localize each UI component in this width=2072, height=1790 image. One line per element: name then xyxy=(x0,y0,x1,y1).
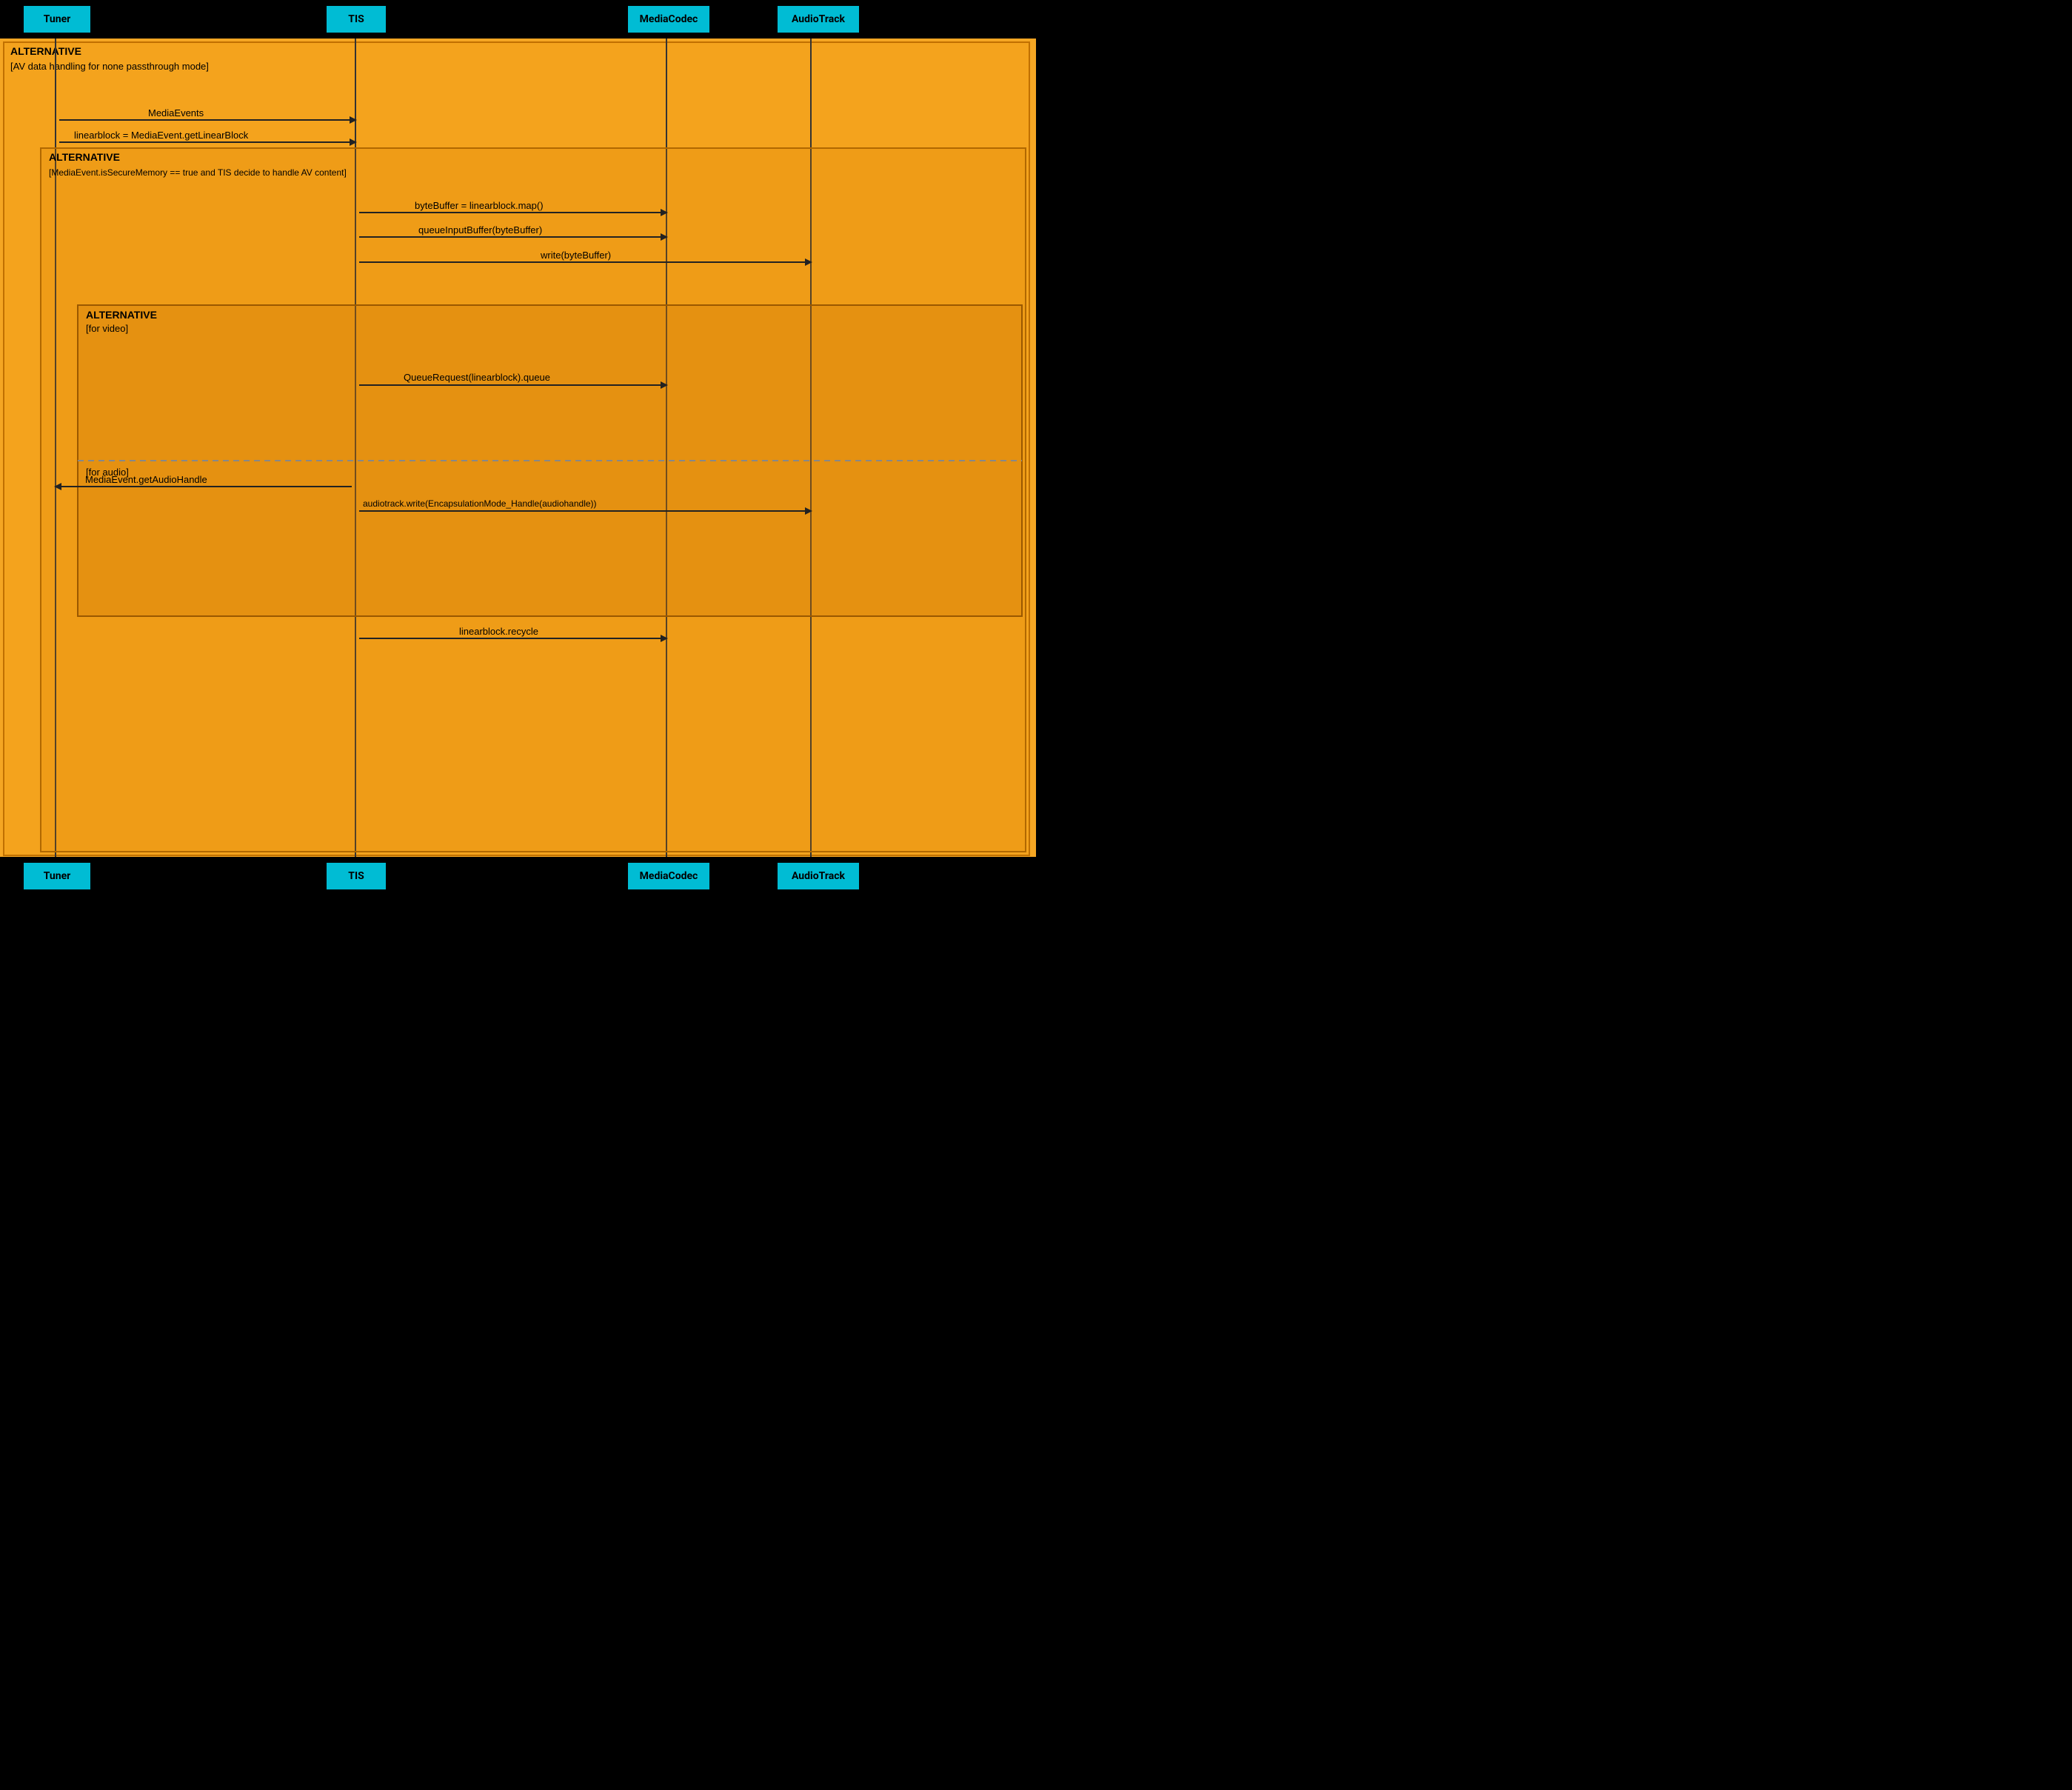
actor-mediacodec-footer: MediaCodec xyxy=(628,863,709,889)
actor-tis-header: TIS xyxy=(327,6,386,33)
actor-tuner-header: Tuner xyxy=(24,6,90,33)
actor-tuner-footer: Tuner xyxy=(24,863,90,889)
svg-text:[AV data handling for none pas: [AV data handling for none passthrough m… xyxy=(10,61,209,72)
svg-text:queueInputBuffer(byteBuffer): queueInputBuffer(byteBuffer) xyxy=(418,224,542,236)
svg-text:MediaEvent.getAudioHandle: MediaEvent.getAudioHandle xyxy=(85,474,207,485)
svg-text:audiotrack.write(Encapsulation: audiotrack.write(EncapsulationMode_Handl… xyxy=(363,498,597,509)
svg-text:QueueRequest(linearblock).queu: QueueRequest(linearblock).queue xyxy=(404,372,550,383)
sequence-diagram: ALTERNATIVE [AV data handling for none p… xyxy=(0,0,1036,895)
svg-text:MediaEvents: MediaEvents xyxy=(148,107,204,118)
actor-mediacodec-header: MediaCodec xyxy=(628,6,709,33)
footer-bar: Tuner TIS MediaCodec AudioTrack xyxy=(0,857,1036,895)
actor-tis-footer: TIS xyxy=(327,863,386,889)
svg-text:[MediaEvent.isSecureMemory ==: [MediaEvent.isSecureMemory == true and T… xyxy=(49,167,347,178)
svg-text:ALTERNATIVE: ALTERNATIVE xyxy=(10,45,81,57)
svg-text:write(byteBuffer): write(byteBuffer) xyxy=(540,250,611,261)
svg-text:[for video]: [for video] xyxy=(86,323,128,334)
actor-audiotrack-header: AudioTrack xyxy=(778,6,859,33)
diagram-svg: ALTERNATIVE [AV data handling for none p… xyxy=(0,39,1036,857)
svg-text:linearblock = MediaEvent.getLi: linearblock = MediaEvent.getLinearBlock xyxy=(74,130,249,141)
svg-text:linearblock.recycle: linearblock.recycle xyxy=(459,626,538,637)
actor-audiotrack-footer: AudioTrack xyxy=(778,863,859,889)
diagram-area: ALTERNATIVE [AV data handling for none p… xyxy=(0,39,1036,857)
svg-text:ALTERNATIVE: ALTERNATIVE xyxy=(49,151,120,163)
svg-text:byteBuffer = linearblock.map(): byteBuffer = linearblock.map() xyxy=(415,200,544,211)
header-bar: Tuner TIS MediaCodec AudioTrack xyxy=(0,0,1036,39)
svg-text:[for audio]: [for audio] xyxy=(86,467,129,478)
svg-text:ALTERNATIVE: ALTERNATIVE xyxy=(86,309,157,321)
